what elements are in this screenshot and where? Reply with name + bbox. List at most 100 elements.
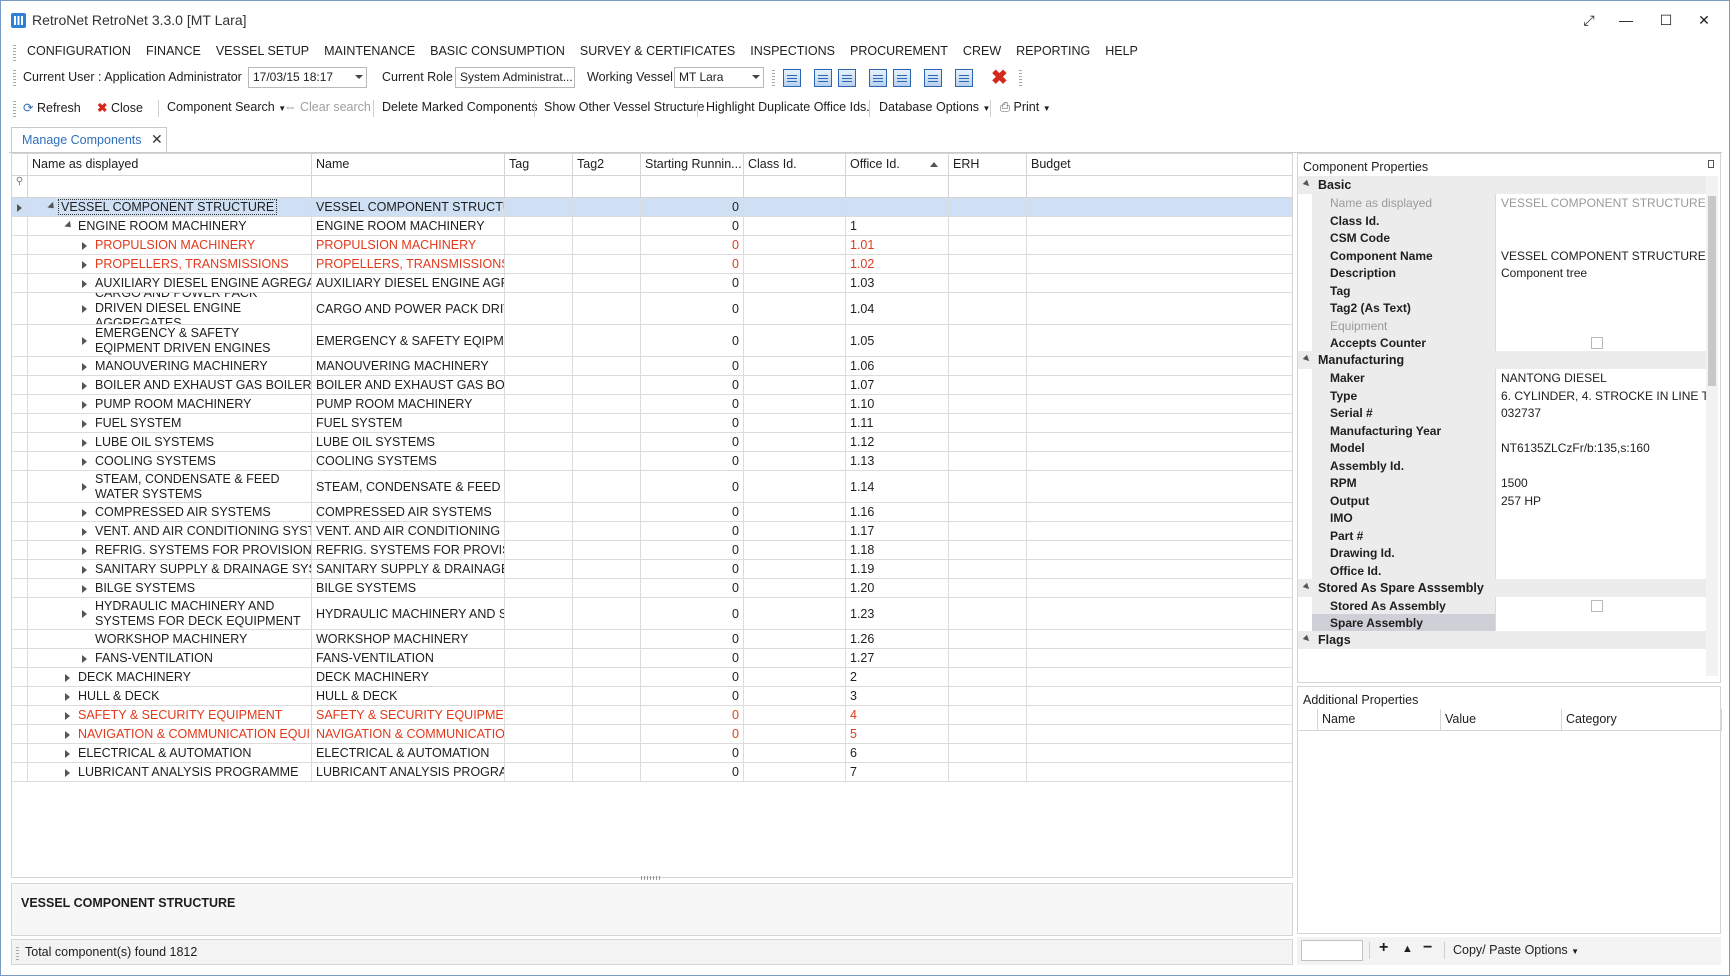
cell-starting-running[interactable]: 0	[641, 433, 744, 451]
menu-item-finance[interactable]: FINANCE	[146, 44, 201, 58]
cell-erh[interactable]	[949, 763, 1027, 781]
cell-budget[interactable]	[1027, 414, 1292, 432]
expand-arrow-icon[interactable]	[65, 768, 70, 777]
tree-cell[interactable]: SAFETY & SECURITY EQUIPMENT	[28, 706, 312, 724]
tree-cell[interactable]: ENGINE ROOM MACHINERY	[28, 217, 312, 235]
cell-tag[interactable]	[505, 763, 573, 781]
table-row[interactable]: PROPULSION MACHINERY PROPULSION MACHINERY…	[12, 236, 1292, 255]
expand-arrow-icon[interactable]	[82, 654, 87, 663]
cell-budget[interactable]	[1027, 560, 1292, 578]
cell-tag2[interactable]	[573, 598, 641, 629]
expand-arrow-icon[interactable]	[82, 546, 87, 555]
cell-name[interactable]: WORKSHOP MACHINERY	[312, 630, 505, 648]
property-value[interactable]: 257 HP	[1497, 492, 1707, 510]
property-value[interactable]	[1497, 562, 1707, 580]
property-value[interactable]	[1497, 282, 1707, 300]
table-row[interactable]: FANS-VENTILATION FANS-VENTILATION 0 1.27	[12, 649, 1292, 668]
cell-tag[interactable]	[505, 217, 573, 235]
table-row[interactable]: VENT. AND AIR CONDITIONING SYSTEMSVENT. …	[12, 522, 1292, 541]
checklist-icon[interactable]	[783, 69, 801, 87]
cell-tag2[interactable]	[573, 236, 641, 254]
cell-name[interactable]: ELECTRICAL & AUTOMATION	[312, 744, 505, 762]
column-header-tag[interactable]: Tag	[505, 154, 573, 176]
cell-starting-running[interactable]: 0	[641, 706, 744, 724]
cell-tag[interactable]	[505, 744, 573, 762]
cell-name[interactable]: PROPULSION MACHINERY	[312, 236, 505, 254]
cell-name[interactable]: COOLING SYSTEMS	[312, 452, 505, 470]
cell-starting-running[interactable]: 0	[641, 255, 744, 273]
checkbox[interactable]	[1591, 600, 1603, 612]
cell-office-id[interactable]	[846, 198, 949, 216]
cell-class-id[interactable]	[744, 471, 846, 502]
cell-name[interactable]: PROPELLERS, TRANSMISSIONS	[312, 255, 505, 273]
tree-cell[interactable]: LUBE OIL SYSTEMS	[28, 433, 312, 451]
table-row[interactable]: SANITARY SUPPLY & DRAINAGE SYSTEMSSANITA…	[12, 560, 1292, 579]
cell-tag2[interactable]	[573, 293, 641, 324]
collapse-arrow-icon[interactable]	[1302, 354, 1312, 364]
cell-tag2[interactable]	[573, 744, 641, 762]
scroll-thumb[interactable]	[1708, 196, 1716, 386]
cell-starting-running[interactable]: 0	[641, 503, 744, 521]
cell-name[interactable]: NAVIGATION & COMMUNICATION ...	[312, 725, 505, 743]
cell-tag[interactable]	[505, 649, 573, 667]
cell-class-id[interactable]	[744, 217, 846, 235]
cell-office-id[interactable]: 1.12	[846, 433, 949, 451]
cell-tag2[interactable]	[573, 503, 641, 521]
cell-class-id[interactable]	[744, 687, 846, 705]
cell-tag2[interactable]	[573, 579, 641, 597]
tree-cell[interactable]: VESSEL COMPONENT STRUCTURE	[28, 198, 312, 216]
table-row[interactable]: ENGINE ROOM MACHINERY ENGINE ROOM MACHINE…	[12, 217, 1292, 236]
cell-name[interactable]: REFRIG. SYSTEMS FOR PROVISION	[312, 541, 505, 559]
cell-tag[interactable]	[505, 414, 573, 432]
cell-office-id[interactable]: 1.02	[846, 255, 949, 273]
tree-cell[interactable]: BILGE SYSTEMS	[28, 579, 312, 597]
filter-row-icon[interactable]: ⚲	[12, 176, 28, 198]
tree-cell[interactable]: HULL & DECK	[28, 687, 312, 705]
cell-tag2[interactable]	[573, 433, 641, 451]
cell-name[interactable]: HULL & DECK	[312, 687, 505, 705]
column-header-value[interactable]: Value	[1441, 709, 1562, 731]
menu-item-configuration[interactable]: CONFIGURATION	[27, 44, 131, 58]
cell-tag[interactable]	[505, 668, 573, 686]
property-value[interactable]	[1497, 422, 1707, 440]
cell-office-id[interactable]: 1.19	[846, 560, 949, 578]
column-header-tag2[interactable]: Tag2	[573, 154, 641, 176]
column-header-erh[interactable]: ERH	[949, 154, 1027, 176]
add-document-icon[interactable]	[924, 69, 942, 87]
tree-cell[interactable]: PROPULSION MACHINERY	[28, 236, 312, 254]
table-row[interactable]: MANOUVERING MACHINERY MANOUVERING MACHINE…	[12, 357, 1292, 376]
collapse-arrow-icon[interactable]	[1302, 179, 1312, 189]
property-row[interactable]: Name as displayed VESSEL COMPONENT STRUCT…	[1312, 194, 1708, 213]
tab-close-icon[interactable]: ✕	[151, 131, 163, 148]
cell-office-id[interactable]: 1.05	[846, 325, 949, 356]
tree-cell[interactable]: VENT. AND AIR CONDITIONING SYSTEMS	[28, 522, 312, 540]
cell-office-id[interactable]: 1.06	[846, 357, 949, 375]
table-row[interactable]: PUMP ROOM MACHINERY PUMP ROOM MACHINERY 0 1…	[12, 395, 1292, 414]
cell-name[interactable]: ENGINE ROOM MACHINERY	[312, 217, 505, 235]
property-value[interactable]	[1497, 614, 1707, 632]
table-row[interactable]: HULL & DECK HULL & DECK 0 3	[12, 687, 1292, 706]
cell-tag[interactable]	[505, 376, 573, 394]
expand-arrow-icon[interactable]	[82, 337, 87, 345]
cell-class-id[interactable]	[744, 236, 846, 254]
table-row[interactable]: COMPRESSED AIR SYSTEMS COMPRESSED AIR SYS…	[12, 503, 1292, 522]
cell-tag2[interactable]	[573, 630, 641, 648]
cell-erh[interactable]	[949, 744, 1027, 762]
cell-budget[interactable]	[1027, 357, 1292, 375]
cell-tag[interactable]	[505, 433, 573, 451]
property-value[interactable]	[1497, 229, 1707, 247]
expand-arrow-icon[interactable]	[82, 584, 87, 593]
cell-budget[interactable]	[1027, 198, 1292, 216]
datetime-picker[interactable]: 17/03/15 18:17	[248, 67, 367, 88]
cell-class-id[interactable]	[744, 325, 846, 356]
cell-name[interactable]: VESSEL COMPONENT STRUCTURE	[312, 198, 505, 216]
cell-starting-running[interactable]: 0	[641, 414, 744, 432]
filter-cell[interactable]	[846, 176, 949, 198]
cell-name[interactable]: PUMP ROOM MACHINERY	[312, 395, 505, 413]
menu-item-vessel-setup[interactable]: VESSEL SETUP	[216, 44, 309, 58]
remove-icon[interactable]: −	[1423, 939, 1432, 957]
expand-arrow-icon[interactable]	[82, 610, 87, 618]
filter-cell[interactable]	[28, 176, 312, 198]
cell-class-id[interactable]	[744, 522, 846, 540]
tree-cell[interactable]: COMPRESSED AIR SYSTEMS	[28, 503, 312, 521]
